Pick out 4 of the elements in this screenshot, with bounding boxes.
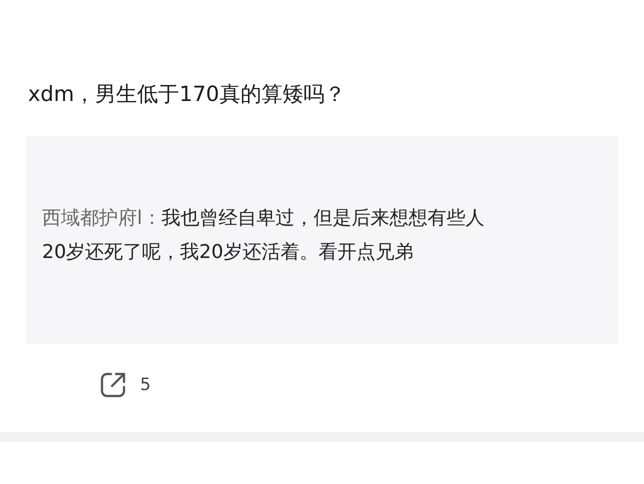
post-title: xdm，男生低于170真的算矮吗？ (28, 81, 346, 108)
quote-text: 西域都护府l：我也曾经自卑过，但是后来想想有些人20岁还死了呢，我20岁还活着。看开点兄弟 (42, 206, 486, 265)
share-count: 5 (140, 375, 151, 395)
share-icon[interactable] (98, 370, 128, 400)
